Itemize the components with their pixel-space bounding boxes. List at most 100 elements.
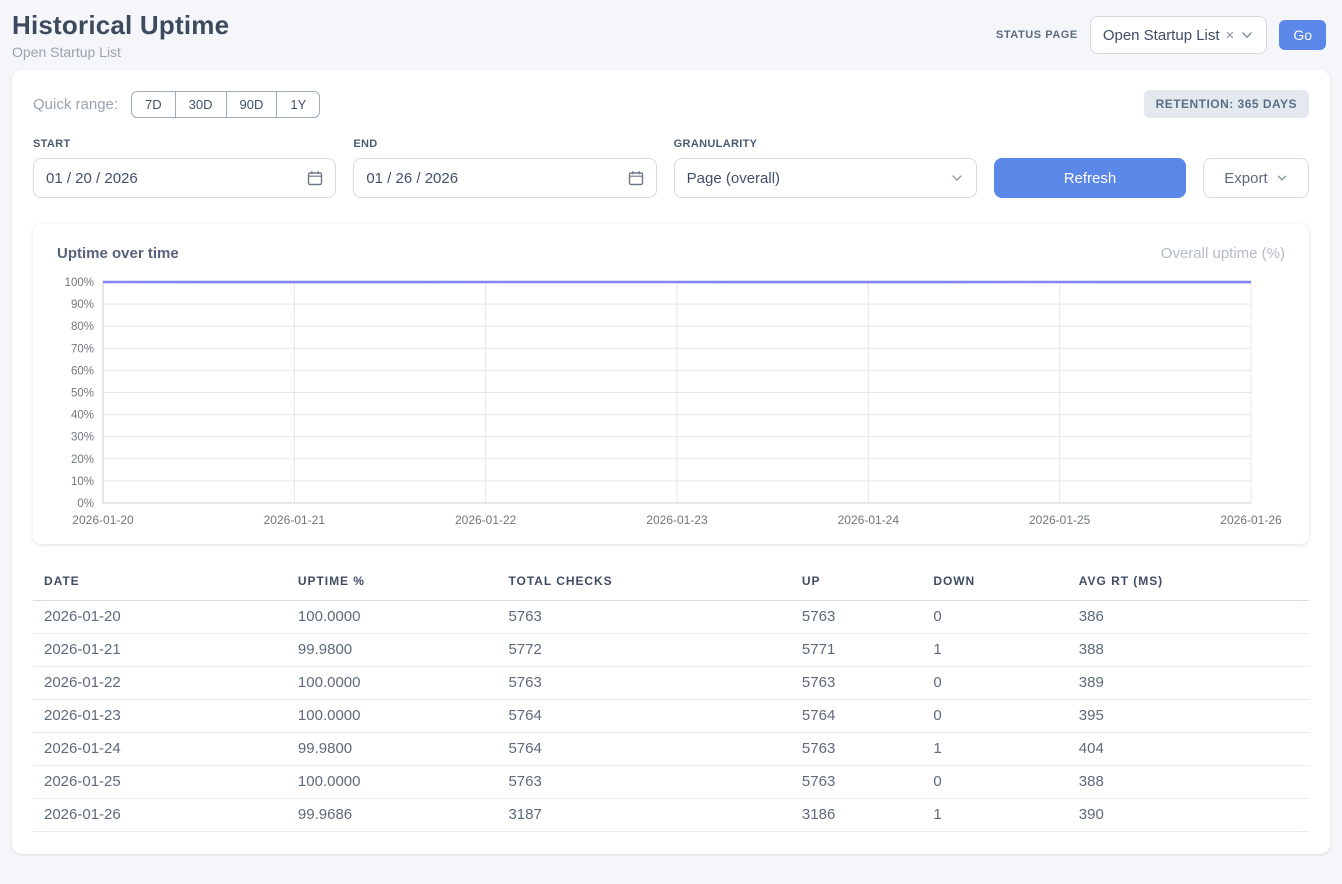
table-cell: 388 bbox=[1068, 766, 1309, 799]
chart-title: Uptime over time bbox=[57, 245, 179, 262]
table-cell: 5763 bbox=[791, 601, 922, 634]
svg-text:2026-01-23: 2026-01-23 bbox=[646, 513, 708, 527]
table-cell: 5763 bbox=[497, 667, 790, 700]
header-titles: Historical Uptime Open Startup List bbox=[12, 10, 229, 60]
end-date-input[interactable]: 01 / 26 / 2026 bbox=[353, 158, 656, 198]
column-header: AVG RT (MS) bbox=[1068, 568, 1309, 601]
table-header: DATEUPTIME %TOTAL CHECKSUPDOWNAVG RT (MS… bbox=[33, 568, 1309, 601]
filter-controls-row: START 01 / 20 / 2026 END 01 / 26 / 2026 … bbox=[33, 138, 1309, 198]
retention-badge: RETENTION: 365 DAYS bbox=[1144, 90, 1309, 118]
quick-range-30d[interactable]: 30D bbox=[175, 91, 227, 118]
table-cell: 404 bbox=[1068, 733, 1309, 766]
start-date-input[interactable]: 01 / 20 / 2026 bbox=[33, 158, 336, 198]
table-row: 2026-01-2699.9686318731861390 bbox=[33, 799, 1309, 832]
table-row: 2026-01-2499.9800576457631404 bbox=[33, 733, 1309, 766]
uptime-chart-card: Uptime over time Overall uptime (%) 0%10… bbox=[33, 224, 1309, 544]
svg-text:2026-01-22: 2026-01-22 bbox=[455, 513, 517, 527]
table-cell: 390 bbox=[1068, 799, 1309, 832]
table-cell: 0 bbox=[922, 601, 1067, 634]
table-cell: 5764 bbox=[497, 700, 790, 733]
column-header: UPTIME % bbox=[287, 568, 498, 601]
table-cell: 388 bbox=[1068, 634, 1309, 667]
quick-range-1y[interactable]: 1Y bbox=[276, 91, 320, 118]
column-header: DATE bbox=[33, 568, 287, 601]
table-cell: 5772 bbox=[497, 634, 790, 667]
table-row: 2026-01-23100.0000576457640395 bbox=[33, 700, 1309, 733]
svg-text:100%: 100% bbox=[65, 277, 94, 289]
quick-range-row: Quick range: 7D30D90D1Y RETENTION: 365 D… bbox=[33, 90, 1309, 118]
table-cell: 5763 bbox=[497, 601, 790, 634]
start-date-value: 01 / 20 / 2026 bbox=[46, 170, 138, 187]
start-date-field: START 01 / 20 / 2026 bbox=[33, 138, 336, 198]
table-body: 2026-01-20100.00005763576303862026-01-21… bbox=[33, 601, 1309, 832]
table-cell: 100.0000 bbox=[287, 667, 498, 700]
table-cell: 0 bbox=[922, 700, 1067, 733]
export-button[interactable]: Export bbox=[1203, 158, 1309, 198]
table-cell: 0 bbox=[922, 667, 1067, 700]
table-cell: 2026-01-24 bbox=[33, 733, 287, 766]
svg-text:2026-01-25: 2026-01-25 bbox=[1029, 513, 1091, 527]
refresh-button[interactable]: Refresh bbox=[994, 158, 1186, 198]
end-date-value: 01 / 26 / 2026 bbox=[366, 170, 458, 187]
svg-text:50%: 50% bbox=[71, 388, 94, 400]
column-header: UP bbox=[791, 568, 922, 601]
clear-icon[interactable]: × bbox=[1226, 27, 1235, 44]
svg-text:80%: 80% bbox=[71, 321, 94, 333]
granularity-label: GRANULARITY bbox=[674, 138, 977, 150]
calendar-icon[interactable] bbox=[307, 170, 323, 186]
granularity-select[interactable]: Page (overall) bbox=[674, 158, 977, 198]
svg-text:90%: 90% bbox=[71, 299, 94, 311]
table-cell: 100.0000 bbox=[287, 700, 498, 733]
chevron-down-icon bbox=[950, 171, 964, 185]
table-cell: 5763 bbox=[791, 733, 922, 766]
table-row: 2026-01-22100.0000576357630389 bbox=[33, 667, 1309, 700]
table-cell: 2026-01-23 bbox=[33, 700, 287, 733]
granularity-field: GRANULARITY Page (overall) bbox=[674, 138, 977, 198]
svg-text:70%: 70% bbox=[71, 343, 94, 355]
table-cell: 5763 bbox=[497, 766, 790, 799]
quick-range-label: Quick range: bbox=[33, 96, 118, 113]
table-cell: 100.0000 bbox=[287, 766, 498, 799]
table-cell: 2026-01-26 bbox=[33, 799, 287, 832]
start-label: START bbox=[33, 138, 336, 150]
quick-range-7d[interactable]: 7D bbox=[131, 91, 176, 118]
end-date-field: END 01 / 26 / 2026 bbox=[353, 138, 656, 198]
status-page-value: Open Startup List bbox=[1103, 27, 1220, 44]
calendar-icon[interactable] bbox=[628, 170, 644, 186]
table-cell: 3187 bbox=[497, 799, 790, 832]
export-label: Export bbox=[1224, 170, 1267, 187]
table-cell: 389 bbox=[1068, 667, 1309, 700]
table-cell: 2026-01-20 bbox=[33, 601, 287, 634]
svg-text:20%: 20% bbox=[71, 454, 94, 466]
quick-range-90d[interactable]: 90D bbox=[226, 91, 278, 118]
column-header: DOWN bbox=[922, 568, 1067, 601]
table-cell: 5763 bbox=[791, 766, 922, 799]
table-row: 2026-01-2199.9800577257711388 bbox=[33, 634, 1309, 667]
chevron-down-icon bbox=[1276, 172, 1288, 184]
table-cell: 386 bbox=[1068, 601, 1309, 634]
table-cell: 1 bbox=[922, 799, 1067, 832]
svg-text:60%: 60% bbox=[71, 365, 94, 377]
svg-text:30%: 30% bbox=[71, 432, 94, 444]
quick-range-left: Quick range: 7D30D90D1Y bbox=[33, 91, 320, 118]
table-cell: 0 bbox=[922, 766, 1067, 799]
granularity-value: Page (overall) bbox=[687, 170, 780, 187]
table-cell: 5764 bbox=[791, 700, 922, 733]
table-cell: 2026-01-22 bbox=[33, 667, 287, 700]
status-page-select[interactable]: Open Startup List × bbox=[1090, 16, 1268, 54]
table-cell: 1 bbox=[922, 634, 1067, 667]
go-button[interactable]: Go bbox=[1279, 20, 1326, 50]
uptime-table: DATEUPTIME %TOTAL CHECKSUPDOWNAVG RT (MS… bbox=[33, 568, 1309, 832]
table-cell: 395 bbox=[1068, 700, 1309, 733]
page-subtitle: Open Startup List bbox=[12, 44, 229, 60]
table-cell: 1 bbox=[922, 733, 1067, 766]
page-title: Historical Uptime bbox=[12, 10, 229, 41]
chevron-down-icon bbox=[1240, 28, 1254, 42]
svg-text:2026-01-26: 2026-01-26 bbox=[1220, 513, 1282, 527]
table-cell: 5764 bbox=[497, 733, 790, 766]
column-header: TOTAL CHECKS bbox=[497, 568, 790, 601]
main-panel: Quick range: 7D30D90D1Y RETENTION: 365 D… bbox=[12, 70, 1330, 854]
header-controls: STATUS PAGE Open Startup List × Go bbox=[996, 16, 1326, 54]
status-page-label: STATUS PAGE bbox=[996, 29, 1078, 41]
table-cell: 100.0000 bbox=[287, 601, 498, 634]
